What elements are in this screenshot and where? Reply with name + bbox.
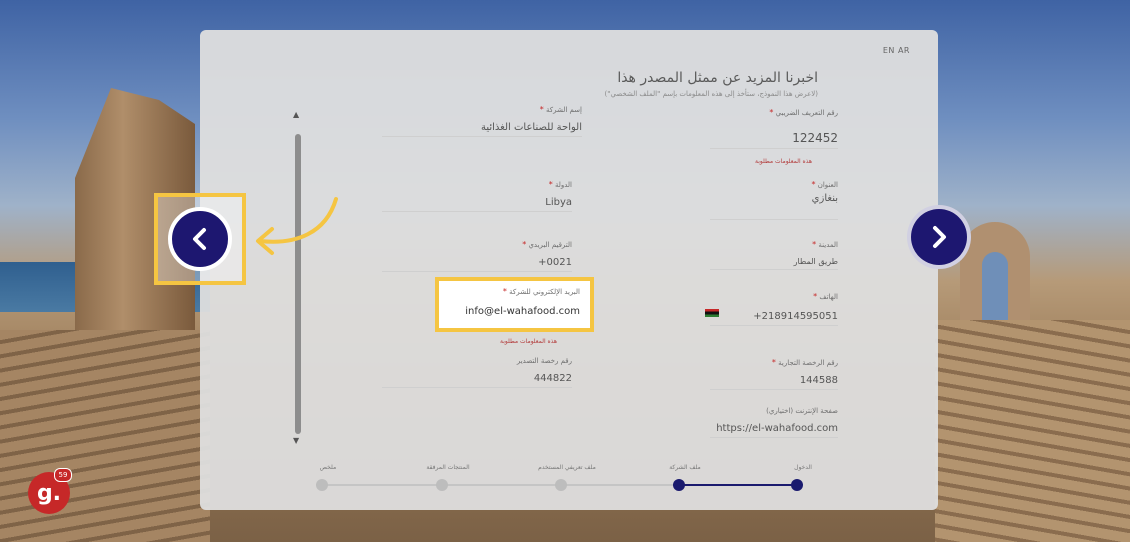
- phone-label: الهاتف: [819, 293, 838, 301]
- email-value: info@el-wahafood.com: [465, 306, 580, 317]
- background-steps-right: [935, 320, 1130, 542]
- website-value: https://el-wahafood.com: [716, 423, 838, 434]
- stepper-line-active: [681, 484, 799, 486]
- tax-id-value: 122452: [792, 131, 838, 145]
- license-no-value: 444822: [533, 373, 572, 384]
- phone-value: 218914595051+: [753, 311, 838, 322]
- step-label-summary: ملخص: [319, 464, 337, 471]
- phone-field[interactable]: الهاتف * 218914595051+: [710, 292, 838, 326]
- field-underline: [382, 387, 572, 388]
- step-label-user-profile: ملف تعريفي المستخدم: [538, 464, 596, 471]
- pointer-arrow-icon: [256, 197, 338, 255]
- company-name-label: إسم الشركة: [546, 106, 582, 114]
- country-field[interactable]: الدولة * Libya: [382, 180, 572, 212]
- field-underline: [710, 148, 838, 149]
- libya-flag-icon[interactable]: [705, 309, 719, 317]
- step-summary[interactable]: [316, 479, 328, 491]
- required-mark: *: [548, 180, 553, 189]
- field-underline: [382, 271, 572, 272]
- scroll-up-arrow-icon[interactable]: ▲: [293, 110, 299, 119]
- license-no-label: رقم رخصة التصدير: [516, 357, 572, 365]
- step-user-profile[interactable]: [555, 479, 567, 491]
- field-underline: [382, 136, 582, 137]
- field-underline: [710, 219, 838, 220]
- field-underline: [710, 437, 838, 438]
- required-mark: *: [771, 358, 776, 367]
- chevron-right-icon: [933, 226, 946, 248]
- city-value: طريق المطار: [793, 257, 838, 266]
- previous-button-highlight: [154, 193, 246, 285]
- field-underline: [710, 389, 838, 390]
- required-mark: *: [539, 105, 544, 114]
- required-mark: *: [502, 287, 507, 296]
- language-switch[interactable]: EN AR: [883, 46, 910, 55]
- step-label-company-profile: ملف الشركة: [669, 464, 701, 471]
- address-value: بنغازي: [811, 193, 838, 204]
- background-steps-left: [0, 330, 210, 542]
- modal-subtitle: (لاعرض هذا النموذج، ستأخذ إلى هذه المعلو…: [604, 90, 818, 98]
- step-login[interactable]: [791, 479, 803, 491]
- company-name-value: الواحة للصناعات الغذائية: [480, 122, 582, 133]
- postal-code-field[interactable]: الترقيم البريدي * 0021+: [382, 240, 572, 272]
- field-underline: [710, 269, 838, 270]
- field-underline: [710, 325, 838, 326]
- step-label-login: الدخول: [794, 464, 812, 471]
- postal-code-label: الترقيم البريدي: [528, 241, 572, 249]
- required-mark: *: [813, 292, 818, 301]
- required-mark: *: [812, 240, 817, 249]
- chevron-left-icon: [193, 228, 206, 250]
- license-no-field[interactable]: رقم رخصة التصدير 444822: [382, 357, 572, 388]
- city-field[interactable]: المدينة * طريق المطار: [710, 240, 838, 270]
- required-mark: *: [522, 240, 527, 249]
- company-name-field[interactable]: إسم الشركة * الواحة للصناعات الغذائية: [382, 105, 582, 137]
- country-label: الدولة: [554, 181, 572, 189]
- step-company-profile[interactable]: [673, 479, 685, 491]
- notification-badge: 59: [54, 468, 72, 482]
- progress-stepper: ملخص المنتجات المرفقة ملف تعريفي المستخد…: [300, 462, 820, 502]
- country-value: Libya: [545, 197, 572, 208]
- scroll-down-arrow-icon[interactable]: ▼: [293, 436, 299, 445]
- stepper-line: [322, 484, 681, 486]
- postal-code-value: 0021+: [538, 257, 572, 268]
- trade-license-value: 144588: [799, 375, 838, 386]
- email-field[interactable]: البريد الإلكتروني للشركة * info@el-wahaf…: [445, 287, 580, 317]
- email-label: البريد الإلكتروني للشركة: [509, 288, 580, 296]
- previous-button[interactable]: [168, 207, 232, 271]
- website-label: صفحة الإنترنت (اختياري): [766, 407, 838, 415]
- step-products[interactable]: [436, 479, 448, 491]
- required-mark: *: [811, 180, 816, 189]
- scrollbar-thumb[interactable]: [295, 134, 301, 434]
- email-field-highlight[interactable]: البريد الإلكتروني للشركة * info@el-wahaf…: [435, 277, 594, 332]
- website-field[interactable]: صفحة الإنترنت (اختياري) https://el-wahaf…: [710, 407, 838, 438]
- address-field[interactable]: العنوان * بنغازي: [710, 180, 838, 220]
- required-mark: *: [769, 108, 774, 117]
- next-button[interactable]: [907, 205, 971, 269]
- tax-id-label: رقم التعريف الضريبي: [775, 109, 838, 117]
- city-label: المدينة: [818, 241, 838, 249]
- trade-license-label: رقم الرخصة التجارية: [778, 359, 838, 367]
- modal-title: اخبرنا المزيد عن ممثل المصدر هذا: [617, 70, 818, 86]
- trade-license-field[interactable]: رقم الرخصة التجارية * 144588: [710, 358, 838, 390]
- step-label-products: المنتجات المرفقة: [426, 464, 470, 471]
- address-label: العنوان: [817, 181, 838, 189]
- field-underline: [382, 211, 572, 212]
- tax-id-field[interactable]: رقم التعريف الضريبي * 122452: [710, 108, 838, 149]
- required-note: هذه المعلومات مطلوبة: [500, 338, 558, 345]
- required-note: هذه المعلومات مطلوبة: [755, 158, 813, 165]
